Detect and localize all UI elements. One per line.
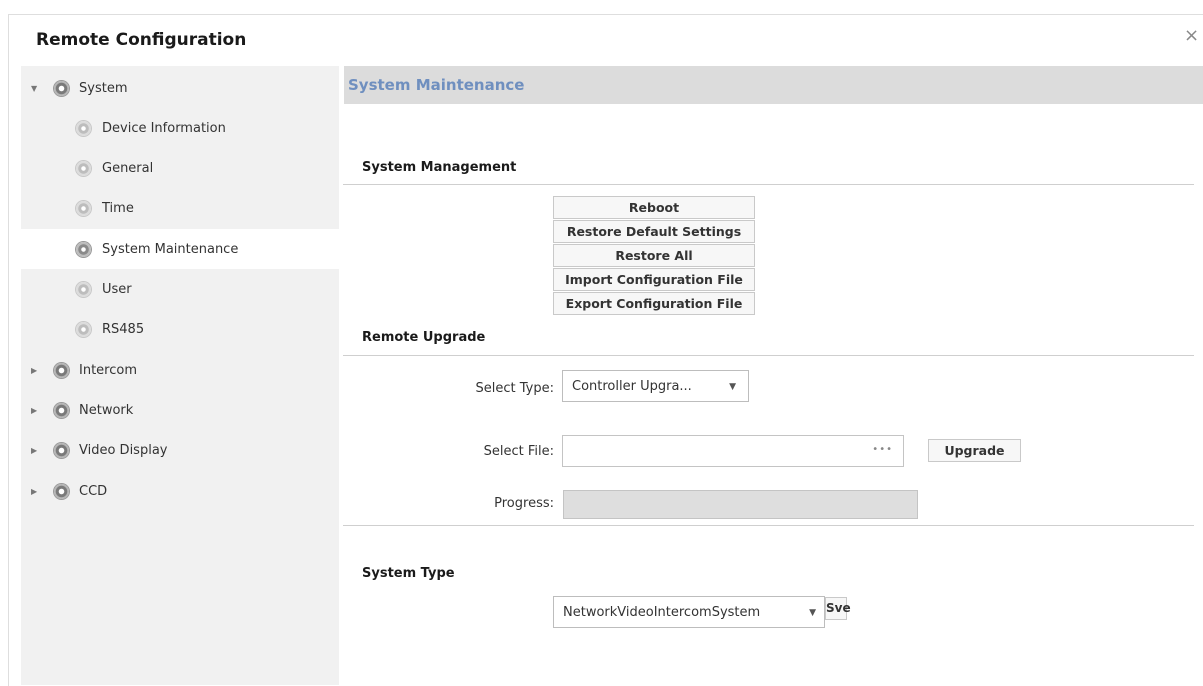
sidebar-item-rs485[interactable]: RS485: [21, 309, 339, 349]
save-button[interactable]: Sve: [825, 597, 851, 620]
gear-icon: [54, 483, 69, 499]
sidebar-item-label: Intercom: [79, 362, 137, 378]
divider: [343, 355, 1194, 356]
sidebar-item-label: General: [102, 160, 154, 176]
select-file-label: Select File:: [483, 444, 554, 459]
page-header: System Maintenance: [344, 66, 1203, 104]
sidebar-item-label: Time: [102, 200, 134, 216]
gear-icon: [54, 442, 69, 458]
gear-icon: [54, 80, 69, 96]
expand-arrow-icon[interactable]: ▶: [31, 446, 37, 455]
sidebar-item-label: System: [79, 80, 128, 96]
system-type-value: NetworkVideoIntercomSystem: [563, 604, 761, 620]
page-title: System Maintenance: [348, 76, 525, 94]
sidebar-item-intercom[interactable]: ▶ Intercom: [21, 350, 339, 390]
export-configuration-file-button[interactable]: Export Configuration File: [553, 292, 755, 315]
sidebar-item-label: RS485: [102, 321, 145, 337]
sidebar-item-ccd[interactable]: ▶ CCD: [21, 471, 339, 511]
upgrade-button[interactable]: Upgrade: [928, 439, 1021, 462]
expand-arrow-icon[interactable]: ▶: [31, 366, 37, 375]
gear-icon: [76, 241, 91, 257]
divider: [343, 184, 1194, 185]
gear-icon: [76, 120, 91, 136]
sidebar-item-label: Device Information: [102, 120, 226, 136]
expand-arrow-icon[interactable]: ▼: [31, 84, 37, 93]
sidebar-item-video-display[interactable]: ▶ Video Display: [21, 430, 339, 470]
select-type-dropdown[interactable]: Controller Upgra... ▼: [562, 370, 749, 402]
restore-default-settings-button[interactable]: Restore Default Settings: [553, 220, 755, 243]
browse-icon[interactable]: •••: [872, 444, 893, 455]
sidebar-item-label: System Maintenance: [102, 241, 239, 257]
section-title-remote-upgrade: Remote Upgrade: [362, 330, 486, 345]
sidebar-item-time[interactable]: Time: [21, 188, 339, 228]
divider: [343, 525, 1194, 526]
expand-arrow-icon[interactable]: ▶: [31, 406, 37, 415]
sidebar-item-label: Network: [79, 402, 134, 418]
chevron-down-icon: ▼: [809, 608, 816, 618]
sidebar-item-label: User: [102, 281, 132, 297]
gear-icon: [54, 362, 69, 378]
sidebar-item-user[interactable]: User: [21, 269, 339, 309]
expand-arrow-icon[interactable]: ▶: [31, 487, 37, 496]
gear-icon: [54, 402, 69, 418]
import-configuration-file-button[interactable]: Import Configuration File: [553, 268, 755, 291]
window-title: Remote Configuration: [36, 30, 247, 50]
sidebar-item-label: CCD: [79, 483, 108, 499]
close-icon[interactable]: ×: [1184, 27, 1200, 45]
restore-all-button[interactable]: Restore All: [553, 244, 755, 267]
sidebar-item-network[interactable]: ▶ Network: [21, 390, 339, 430]
gear-icon: [76, 321, 91, 337]
progress-label: Progress:: [494, 496, 554, 511]
gear-icon: [76, 160, 91, 176]
section-title-system-type: System Type: [362, 566, 455, 581]
gear-icon: [76, 200, 91, 216]
sidebar-item-label: Video Display: [79, 442, 168, 458]
sidebar-item-general[interactable]: General: [21, 148, 339, 188]
select-type-label: Select Type:: [475, 381, 554, 396]
chevron-down-icon: ▼: [729, 382, 736, 392]
select-file-input[interactable]: •••: [562, 435, 904, 467]
sidebar-item-system-maintenance[interactable]: System Maintenance: [21, 229, 339, 269]
gear-icon: [76, 281, 91, 297]
sidebar-item-system[interactable]: ▼ System: [21, 68, 339, 108]
sidebar-item-device-information[interactable]: Device Information: [21, 108, 339, 148]
select-type-value: Controller Upgra...: [572, 378, 692, 394]
section-title-system-management: System Management: [362, 160, 517, 175]
sidebar: ▼ System Device Information General Time…: [21, 66, 339, 685]
reboot-button[interactable]: Reboot: [553, 196, 755, 219]
upgrade-progress-bar: [563, 490, 918, 519]
system-type-dropdown[interactable]: NetworkVideoIntercomSystem ▼: [553, 596, 825, 628]
